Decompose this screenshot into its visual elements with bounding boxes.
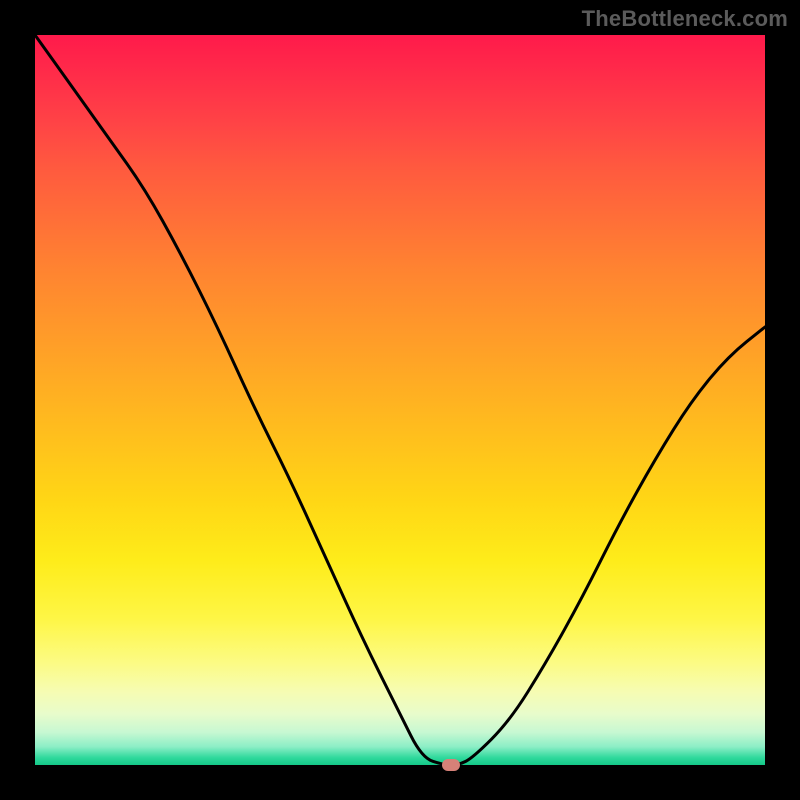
bottleneck-curve [35,35,765,765]
watermark-label: TheBottleneck.com [582,6,788,32]
chart-frame: TheBottleneck.com [0,0,800,800]
optimum-marker [442,759,460,771]
plot-area [35,35,765,765]
